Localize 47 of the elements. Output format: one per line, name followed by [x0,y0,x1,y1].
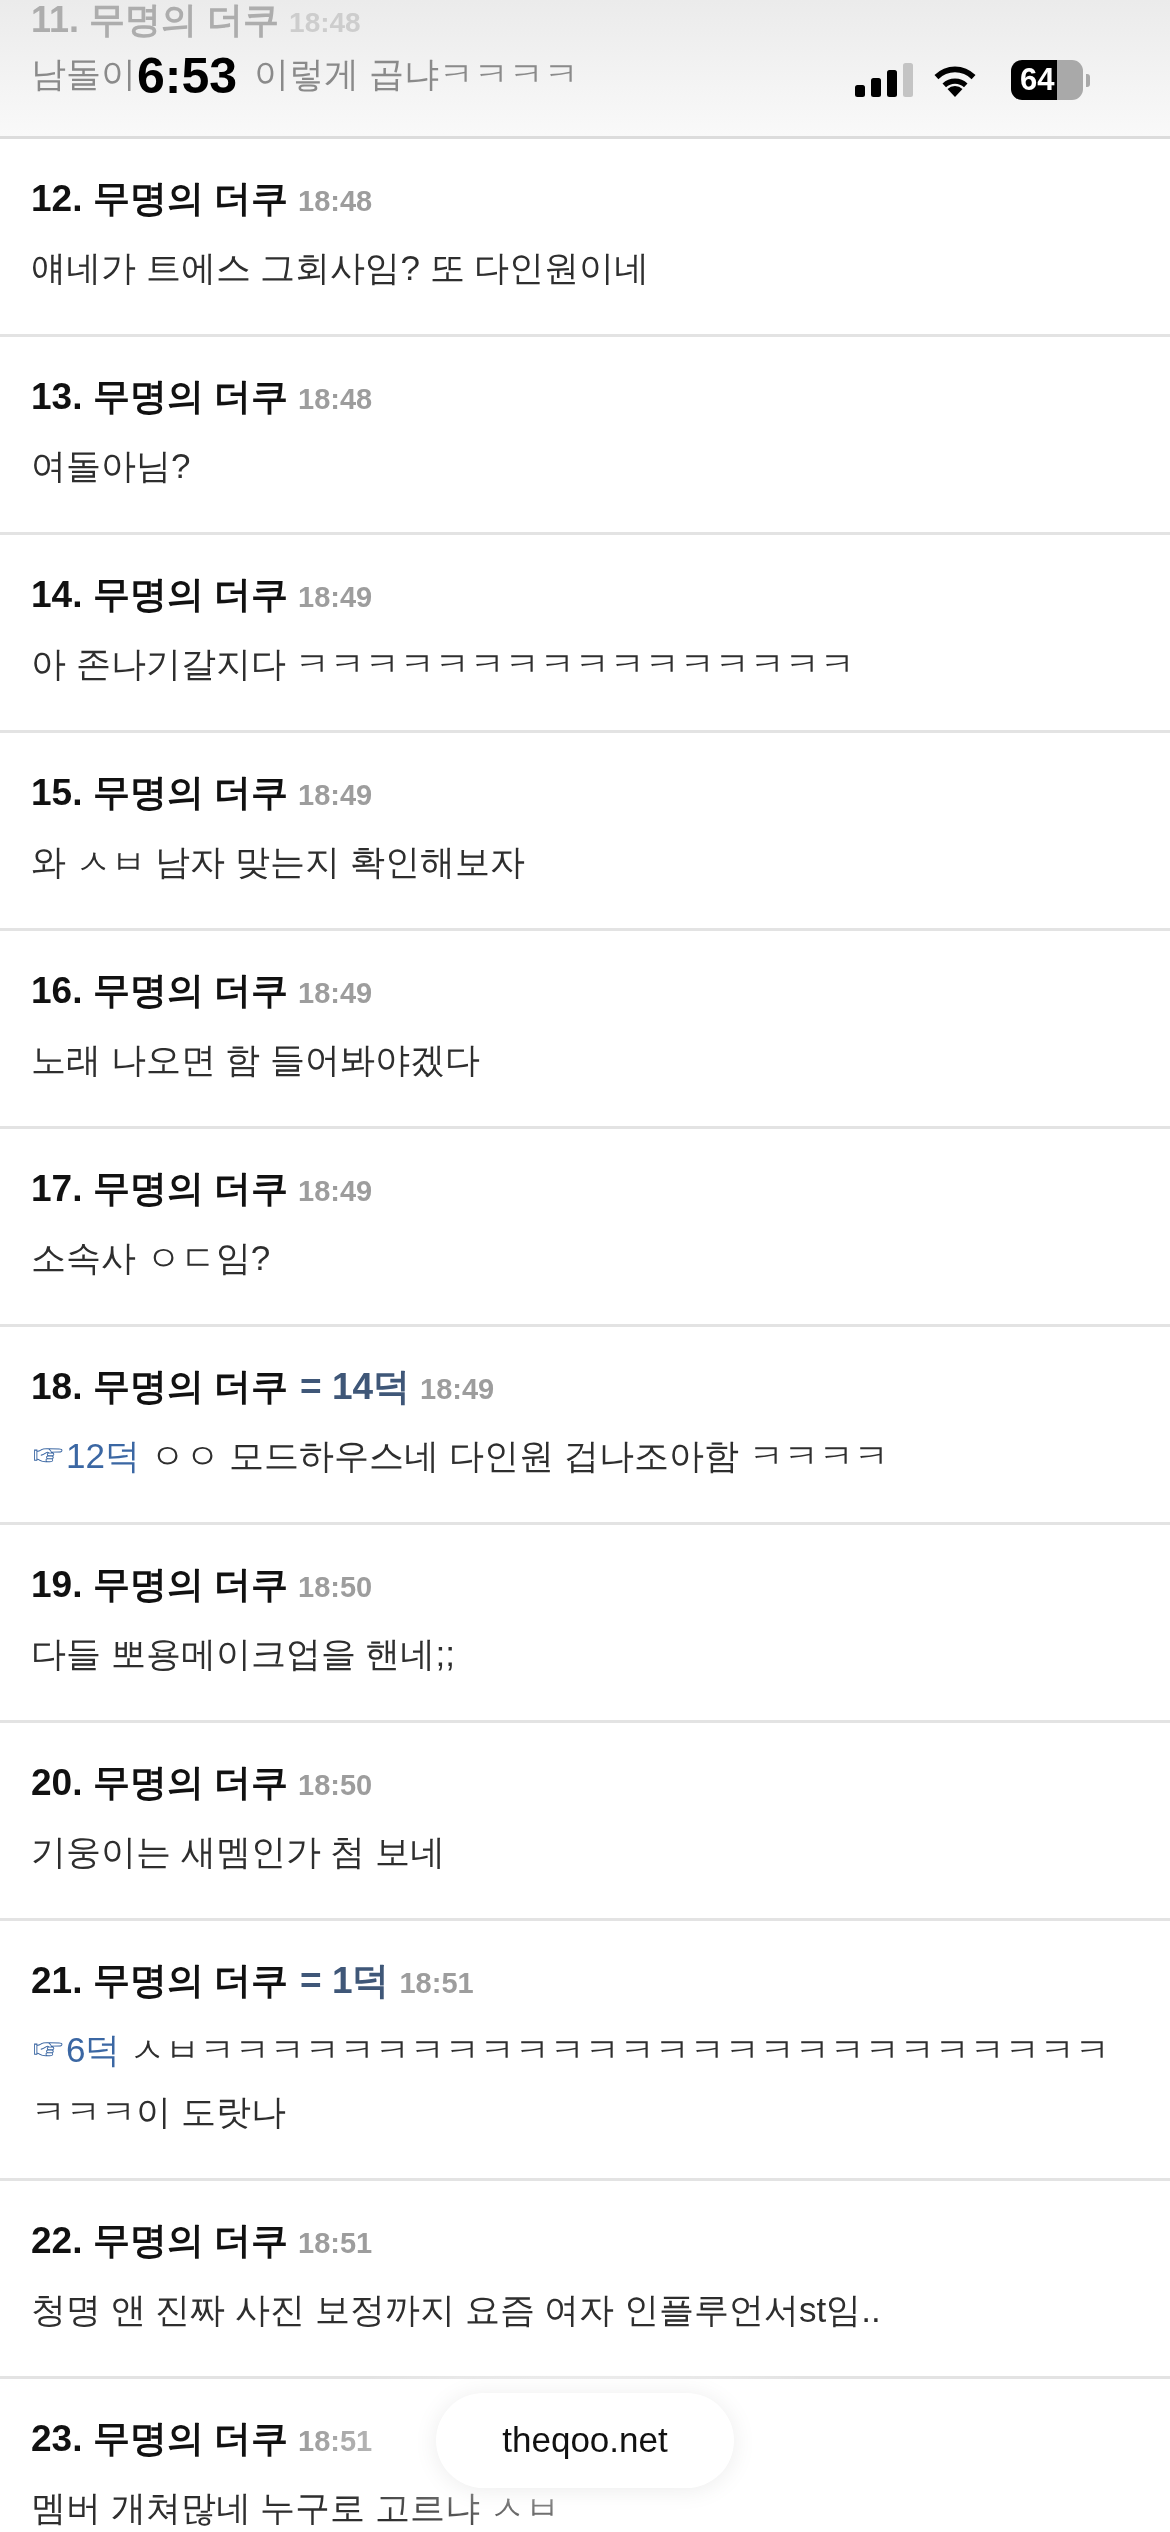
signal-icon [855,63,913,97]
comment-text: 아 존나기갈지다 ㅋㅋㅋㅋㅋㅋㅋㅋㅋㅋㅋㅋㅋㅋㅋㅋ [31,643,857,685]
comment-time: 18:50 [298,1768,373,1803]
reply-quote-link[interactable]: ☞6덕 [31,2030,121,2069]
reply-quote-link[interactable]: ☞12덕 [31,1436,140,1475]
comment-text: 멤버 개쳐많네 누구로 고르냐 ㅅㅂ [31,2487,561,2529]
comment-time: 18:51 [298,2226,373,2261]
battery-indicator: 64 [1011,60,1090,100]
comment-author: 16. 무명의 더쿠 [31,969,288,1013]
comment-time: 18:49 [298,1174,373,1209]
comment-text: 남돌이 [31,53,136,95]
comment-time: 18:49 [298,580,373,615]
comment-author: 15. 무명의 더쿠 [31,771,288,815]
comment-text: 이렇게 곱냐ㅋㅋㅋㅋ [254,53,579,95]
comment-author: 20. 무명의 더쿠 [31,1761,288,1805]
comment-author: 12. 무명의 더쿠 [31,177,288,221]
comment-text: 소속사 ㅇㄷ임? [31,1237,272,1279]
reply-tag-link[interactable]: = 1덕 [300,1959,390,2003]
comment-time: 18:51 [399,1966,474,2001]
comment-author: 22. 무명의 더쿠 [31,2219,288,2263]
comment-author: 19. 무명의 더쿠 [31,1563,288,1607]
comment-text: 기웅이는 새멤인가 첨 보네 [31,1831,447,1873]
comment-text: 노래 나오면 함 들어봐야겠다 [31,1039,482,1081]
comment-time: 18:48 [298,382,373,417]
comment-text: 청명 앤 진짜 사진 보정까지 요즘 여자 인플루언서st임.. [31,2289,882,2331]
url-bar-button[interactable]: theqoo.net [436,2393,734,2488]
comment-text: 다들 뽀용메이크업을 핸네;; [31,1633,456,1675]
comment-time: 18:50 [298,1570,373,1605]
comment-text: ☞12덕 ㅇㅇ 모드하우스네 다인원 겁나조아함 ㅋㅋㅋㅋ [31,1435,890,1477]
comment-time: 18:49 [298,778,373,813]
comment-time: 18:49 [420,1372,495,1407]
comment-author: 23. 무명의 더쿠 [31,2417,288,2461]
comment-author: 11. 무명의 더쿠 [31,0,280,40]
comment-text: ☞6덕 ㅅㅂㅋㅋㅋㅋㅋㅋㅋㅋㅋㅋㅋㅋㅋㅋㅋㅋㅋㅋㅋㅋㅋㅋㅋㅋㅋㅋㅋㅋㅋ이 도랏나 [31,2029,1112,2133]
comment-time: 18:49 [298,976,373,1011]
reply-tag-link[interactable]: = 14덕 [300,1365,411,1409]
comment-time: 18:48 [298,184,373,219]
comment-author: 14. 무명의 더쿠 [31,573,288,617]
comment-author: 17. 무명의 더쿠 [31,1167,288,1211]
comment-author: 13. 무명의 더쿠 [31,375,288,419]
comment-text: 여돌아님? [31,445,192,487]
comment-time: 18:51 [298,2424,373,2459]
comment-author: 21. 무명의 더쿠 [31,1959,288,2003]
clock-time: 6:53 [137,47,238,106]
comment-author: 18. 무명의 더쿠 [31,1365,288,1409]
comment-text: 와 ㅅㅂ 남자 맞는지 확인해보자 [31,841,526,883]
comment-text: 얘네가 트에스 그회사임? 또 다인원이네 [31,247,651,289]
